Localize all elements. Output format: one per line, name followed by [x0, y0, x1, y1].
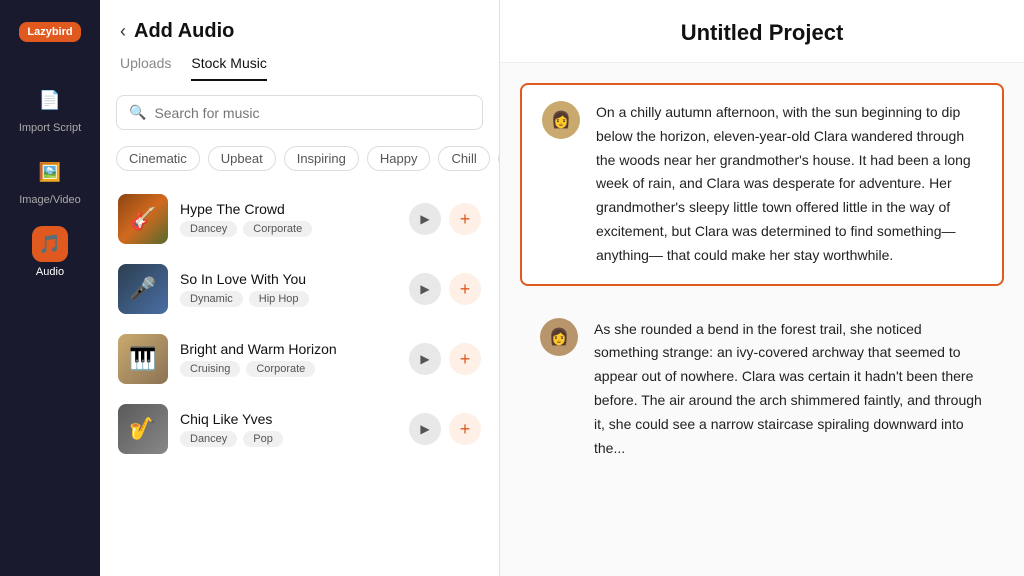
audio-icon: 🎵 [32, 226, 68, 262]
tag: Hip Hop [249, 291, 309, 307]
avatar: 👩 [542, 101, 580, 139]
add-track-button[interactable]: + [449, 343, 481, 375]
play-button[interactable]: ▶ [409, 413, 441, 445]
track-name: So In Love With You [180, 271, 397, 287]
story-text: As she rounded a bend in the forest trai… [594, 318, 984, 461]
panel-tabs: Uploads Stock Music [100, 43, 499, 81]
track-actions: ▶ + [409, 203, 481, 235]
main-content-area: Untitled Project 👩 On a chilly autumn af… [500, 0, 1024, 576]
sidebar-item-image-video-label: Image/Video [19, 194, 81, 206]
project-title: Untitled Project [530, 20, 994, 46]
app-logo: Lazybird [15, 12, 85, 52]
track-info: Bright and Warm Horizon Cruising Corpora… [180, 341, 397, 377]
tag: Pop [243, 431, 283, 447]
track-item[interactable]: 🎷 Chiq Like Yves Dancey Pop ▶ + [108, 394, 491, 464]
tag: Dancey [180, 221, 237, 237]
track-info: Chiq Like Yves Dancey Pop [180, 411, 397, 447]
sidebar-item-import-script[interactable]: 📄 Import Script [0, 72, 100, 144]
panel-header: ‹ Add Audio [100, 0, 499, 43]
track-tags: Dancey Corporate [180, 221, 397, 237]
track-item[interactable]: 🎸 Hype The Crowd Dancey Corporate ▶ + [108, 184, 491, 254]
tab-stock-music[interactable]: Stock Music [191, 55, 266, 81]
sidebar: Lazybird 📄 Import Script 🖼️ Image/Video … [0, 0, 100, 576]
track-actions: ▶ + [409, 273, 481, 305]
story-block-normal: 👩 As she rounded a bend in the forest tr… [520, 302, 1004, 477]
track-name: Bright and Warm Horizon [180, 341, 397, 357]
filter-chips: Cinematic Upbeat Inspiring Happy Chill H… [100, 144, 499, 184]
panel-title: Add Audio [134, 20, 234, 43]
track-actions: ▶ + [409, 343, 481, 375]
tag: Corporate [243, 221, 312, 237]
back-button[interactable]: ‹ [120, 21, 126, 42]
track-list: 🎸 Hype The Crowd Dancey Corporate ▶ + 🎤 … [100, 184, 499, 576]
add-track-button[interactable]: + [449, 203, 481, 235]
sidebar-item-audio-label: Audio [36, 266, 64, 278]
play-button[interactable]: ▶ [409, 273, 441, 305]
track-tags: Dynamic Hip Hop [180, 291, 397, 307]
import-script-icon: 📄 [32, 82, 68, 118]
track-name: Chiq Like Yves [180, 411, 397, 427]
add-track-button[interactable]: + [449, 413, 481, 445]
chip-chill[interactable]: Chill [438, 146, 489, 171]
tag: Cruising [180, 361, 240, 377]
add-track-button[interactable]: + [449, 273, 481, 305]
tag: Dancey [180, 431, 237, 447]
image-video-icon: 🖼️ [32, 154, 68, 190]
chip-cinematic[interactable]: Cinematic [116, 146, 200, 171]
chip-inspiring[interactable]: Inspiring [284, 146, 359, 171]
avatar: 👩 [540, 318, 578, 356]
search-icon: 🔍 [129, 104, 146, 121]
track-tags: Cruising Corporate [180, 361, 397, 377]
chip-happy[interactable]: Happy [367, 146, 431, 171]
track-thumbnail: 🎹 [118, 334, 168, 384]
add-audio-panel: ‹ Add Audio Uploads Stock Music 🔍 Cinema… [100, 0, 500, 576]
story-text: On a chilly autumn afternoon, with the s… [596, 101, 982, 268]
track-thumbnail: 🎤 [118, 264, 168, 314]
track-name: Hype The Crowd [180, 201, 397, 217]
track-thumbnail: 🎸 [118, 194, 168, 244]
tab-uploads[interactable]: Uploads [120, 55, 171, 81]
track-info: Hype The Crowd Dancey Corporate [180, 201, 397, 237]
track-item[interactable]: 🎤 So In Love With You Dynamic Hip Hop ▶ … [108, 254, 491, 324]
story-block-highlighted: 👩 On a chilly autumn afternoon, with the… [520, 83, 1004, 286]
track-info: So In Love With You Dynamic Hip Hop [180, 271, 397, 307]
sidebar-item-audio[interactable]: 🎵 Audio [0, 216, 100, 288]
chip-hiphop[interactable]: Hip Hop [498, 146, 499, 171]
search-input[interactable] [154, 105, 470, 121]
track-tags: Dancey Pop [180, 431, 397, 447]
track-thumbnail: 🎷 [118, 404, 168, 454]
sidebar-item-import-script-label: Import Script [19, 122, 81, 134]
play-button[interactable]: ▶ [409, 343, 441, 375]
track-item[interactable]: 🎹 Bright and Warm Horizon Cruising Corpo… [108, 324, 491, 394]
main-header: Untitled Project [500, 0, 1024, 63]
chip-upbeat[interactable]: Upbeat [208, 146, 276, 171]
play-button[interactable]: ▶ [409, 203, 441, 235]
logo-text: Lazybird [19, 22, 80, 42]
tag: Corporate [246, 361, 315, 377]
search-container: 🔍 [116, 95, 483, 130]
track-actions: ▶ + [409, 413, 481, 445]
sidebar-item-image-video[interactable]: 🖼️ Image/Video [0, 144, 100, 216]
story-content: 👩 On a chilly autumn afternoon, with the… [500, 63, 1024, 576]
tag: Dynamic [180, 291, 243, 307]
